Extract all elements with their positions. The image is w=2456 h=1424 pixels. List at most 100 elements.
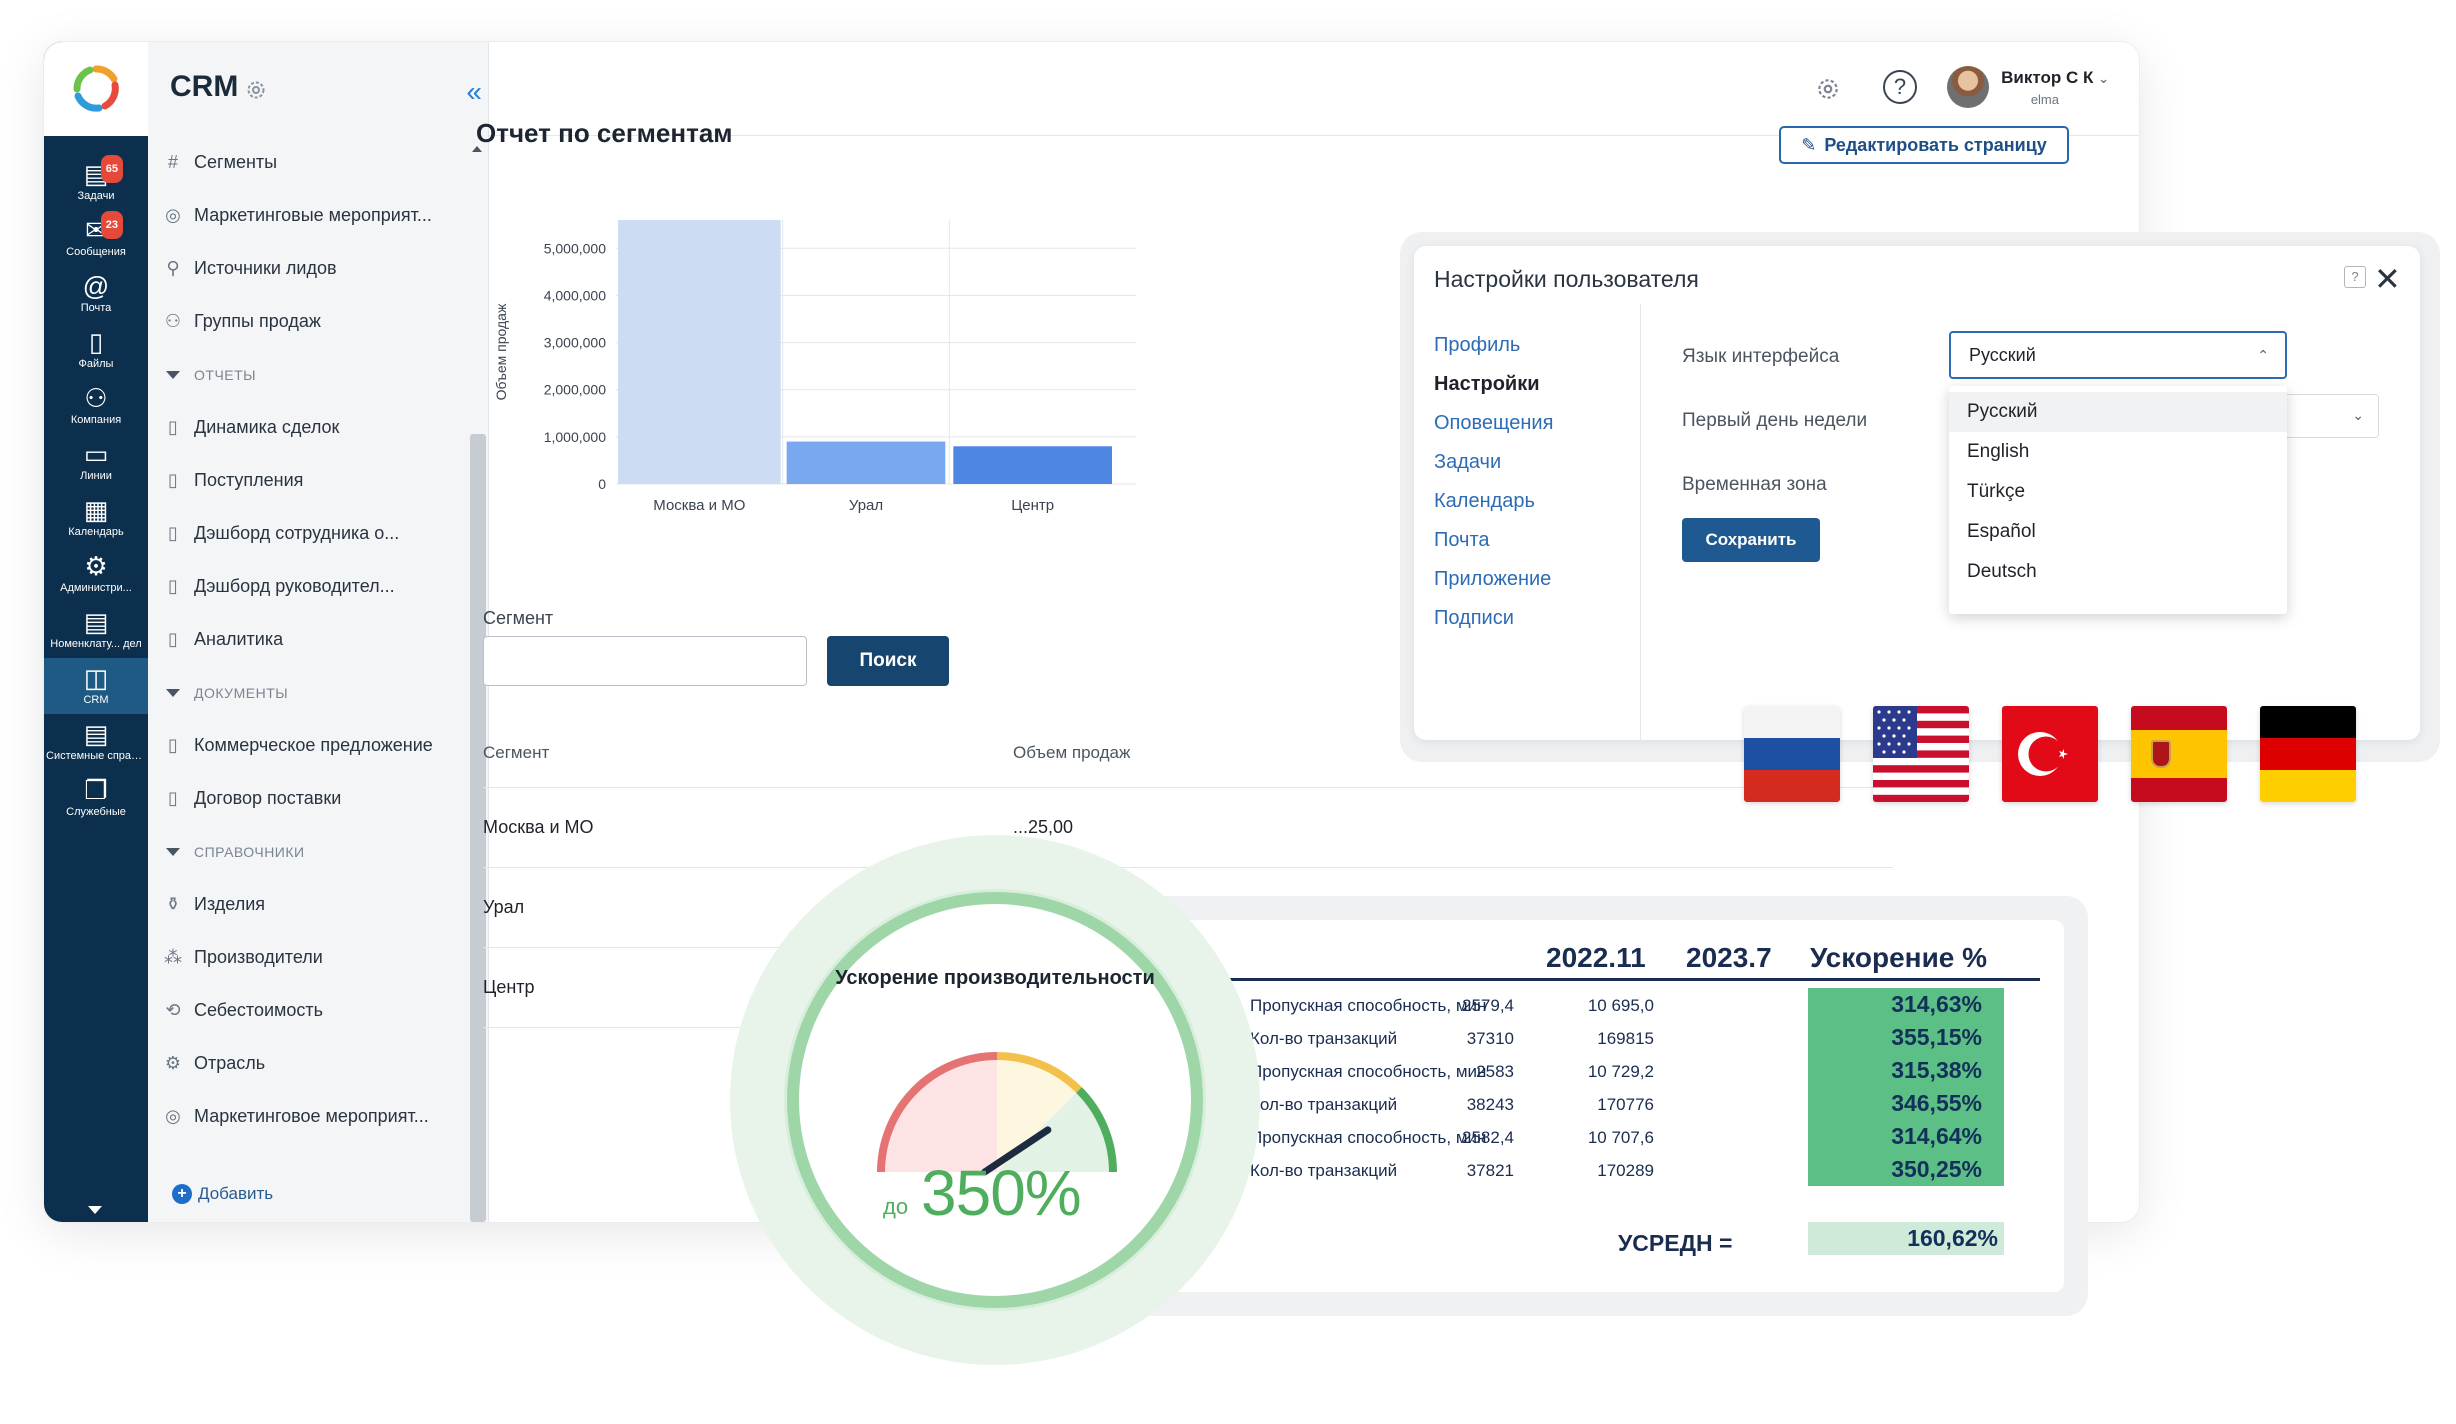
- germany-flag[interactable]: [2260, 706, 2356, 802]
- settings-nav-item[interactable]: Календарь: [1434, 482, 1553, 521]
- search-button[interactable]: Поиск: [827, 636, 949, 686]
- settings-nav-item[interactable]: Приложение: [1434, 560, 1553, 599]
- perf-value-2022: 2583: [1476, 1062, 1514, 1081]
- plus-icon: +: [172, 1184, 192, 1204]
- segment-input[interactable]: [483, 636, 807, 686]
- language-option[interactable]: Русский: [1949, 392, 2287, 432]
- add-button[interactable]: + Добавить: [172, 1184, 273, 1204]
- spain-flag[interactable]: [2131, 706, 2227, 802]
- y-tick-label: 0: [598, 476, 606, 492]
- rail-item-5[interactable]: ▭ Линии: [44, 434, 148, 490]
- rail-item-3[interactable]: ▯ Файлы: [44, 322, 148, 378]
- sidebar-item[interactable]: ▯ Поступления: [148, 454, 468, 507]
- language-option[interactable]: Deutsch: [1949, 552, 2287, 592]
- rail-item-7[interactable]: ⚙ Администри...: [44, 546, 148, 602]
- sidebar-item[interactable]: ⚱ Изделия: [148, 878, 468, 931]
- sidebar-item[interactable]: ▯ Динамика сделок: [148, 401, 468, 454]
- sidebar-item[interactable]: ⚇ Группы продаж: [148, 295, 468, 348]
- sidebar-item[interactable]: ▯ Аналитика: [148, 613, 468, 666]
- tasks-icon: ▤ 65: [81, 155, 123, 187]
- edit-page-button[interactable]: ✎ Редактировать страницу: [1779, 126, 2069, 164]
- perf-metric-label: Пропускная способность, мин: [1250, 1062, 1487, 1081]
- sidebar-group[interactable]: ДОКУМЕНТЫ: [148, 666, 468, 719]
- avatar[interactable]: [1947, 66, 1989, 108]
- user-name[interactable]: Виктор С К ⌄: [2001, 68, 2109, 88]
- language-option[interactable]: Türkçe: [1949, 472, 2287, 512]
- rail-item-0[interactable]: ▤ 65 Задачи: [44, 154, 148, 210]
- collapse-triangle-icon: [166, 688, 180, 697]
- sidebar-item[interactable]: ▯ Коммерческое предложение: [148, 719, 468, 772]
- sidebar-group[interactable]: СПРАВОЧНИКИ: [148, 825, 468, 878]
- sidebar-item-label: Поступления: [194, 470, 304, 490]
- sidebar-item[interactable]: ⁂ Производители: [148, 931, 468, 984]
- settings-nav-item[interactable]: Настройки: [1434, 365, 1553, 404]
- language-option[interactable]: English: [1949, 432, 2287, 472]
- collapse-sidebar-icon[interactable]: «: [466, 76, 482, 108]
- russia-flag[interactable]: [1744, 706, 1840, 802]
- column-header-segment[interactable]: Сегмент: [483, 743, 1013, 763]
- sidebar-item[interactable]: ▯ Договор поставки: [148, 772, 468, 825]
- user-settings-dialog: Настройки пользователя ? ✕ Профиль Настро…: [1414, 246, 2420, 740]
- turkey-flag[interactable]: [2002, 706, 2098, 802]
- perf-value-2022: 37821: [1466, 1161, 1514, 1180]
- perf-value-2023: 10 707,6: [1587, 1128, 1654, 1147]
- rail-more-arrow[interactable]: [88, 1206, 102, 1214]
- rail-item-label: Линии: [80, 470, 112, 482]
- elma-logo[interactable]: [44, 42, 148, 136]
- calendar-icon: ▦: [83, 495, 109, 525]
- sidebar-item[interactable]: ⚲ Источники лидов: [148, 242, 468, 295]
- sources-icon: ⚲: [166, 258, 180, 278]
- usa-flag[interactable]: [1873, 706, 1969, 802]
- rail-item-1[interactable]: ✉ 23 Сообщения: [44, 210, 148, 266]
- perf-value-2023: 10 729,2: [1587, 1062, 1654, 1081]
- messages-icon: ✉ 23: [81, 211, 123, 243]
- rail-item-11[interactable]: ❐ Служебные: [44, 770, 148, 826]
- settings-gear-icon[interactable]: [1815, 76, 1841, 102]
- sidebar-item[interactable]: # Сегменты: [148, 136, 468, 189]
- table-row[interactable]: Москва и МО ...25,00: [483, 788, 1893, 868]
- language-option[interactable]: Español: [1949, 512, 2287, 552]
- sidebar-item[interactable]: ◎ Маркетинговые мероприят...: [148, 189, 468, 242]
- rail-item-label: Календарь: [68, 526, 124, 538]
- settings-nav-item[interactable]: Профиль: [1434, 326, 1553, 365]
- sidebar-header: CRM «: [148, 42, 488, 136]
- close-icon[interactable]: ✕: [2374, 260, 2401, 298]
- admin-gear-icon: ⚙: [84, 551, 108, 581]
- gauge-prefix: до: [883, 1194, 909, 1219]
- chart-bar: [953, 446, 1112, 484]
- rail-item-4[interactable]: ⚇ Компания: [44, 378, 148, 434]
- sidebar-group[interactable]: ОТЧЕТЫ: [148, 348, 468, 401]
- settings-dialog-backdrop: Настройки пользователя ? ✕ Профиль Настро…: [1400, 232, 2440, 762]
- lines-icon: ▭: [83, 439, 109, 469]
- save-button[interactable]: Сохранить: [1682, 518, 1820, 562]
- rail-item-label: Номенклату... дел: [50, 638, 142, 650]
- notification-badge: 23: [100, 211, 123, 239]
- settings-nav-item[interactable]: Задачи: [1434, 443, 1553, 482]
- sidebar-item[interactable]: ⚙ Отрасль: [148, 1037, 468, 1090]
- dialog-help-icon[interactable]: ?: [2344, 266, 2366, 288]
- rail-item-2[interactable]: @ Почта: [44, 266, 148, 322]
- page-title: Отчет по сегментам: [476, 118, 733, 148]
- rail-item-10[interactable]: ▤Системные справочники: [44, 714, 148, 770]
- perf-acceleration-value: 314,63%: [1808, 988, 2004, 1021]
- language-select[interactable]: Русский ⌃: [1949, 331, 2287, 379]
- rail-item-8[interactable]: ▤ Номенклату... дел: [44, 602, 148, 658]
- sidebar-item[interactable]: ⟲ Себестоимость: [148, 984, 468, 1037]
- industry-icon: ⚙: [164, 1053, 182, 1073]
- sidebar-item[interactable]: ▯ Дэшборд руководител...: [148, 560, 468, 613]
- settings-nav-item[interactable]: Подписи: [1434, 599, 1553, 638]
- rail-item-6[interactable]: ▦ Календарь: [44, 490, 148, 546]
- sidebar-item[interactable]: ◎ Маркетинговое мероприят...: [148, 1090, 468, 1143]
- sidebar-item-label: Маркетинговые мероприят...: [194, 205, 432, 225]
- edit-page-label: Редактировать страницу: [1824, 134, 2047, 155]
- help-icon[interactable]: ?: [1883, 70, 1917, 104]
- sidebar-item[interactable]: ▯ Дэшборд сотрудника о...: [148, 507, 468, 560]
- settings-nav-item[interactable]: Почта: [1434, 521, 1553, 560]
- files-icon: ▯: [88, 327, 104, 357]
- rail-item-9[interactable]: ◫ CRM: [44, 658, 148, 714]
- perf-row: Пропускная способность, мин 2583 10 729,2 3…: [1160, 1054, 2064, 1087]
- gear-icon[interactable]: [244, 78, 268, 102]
- perf-header-2022: 2022.11: [1546, 942, 1646, 973]
- add-label: Добавить: [198, 1184, 274, 1203]
- settings-nav-item[interactable]: Оповещения: [1434, 404, 1553, 443]
